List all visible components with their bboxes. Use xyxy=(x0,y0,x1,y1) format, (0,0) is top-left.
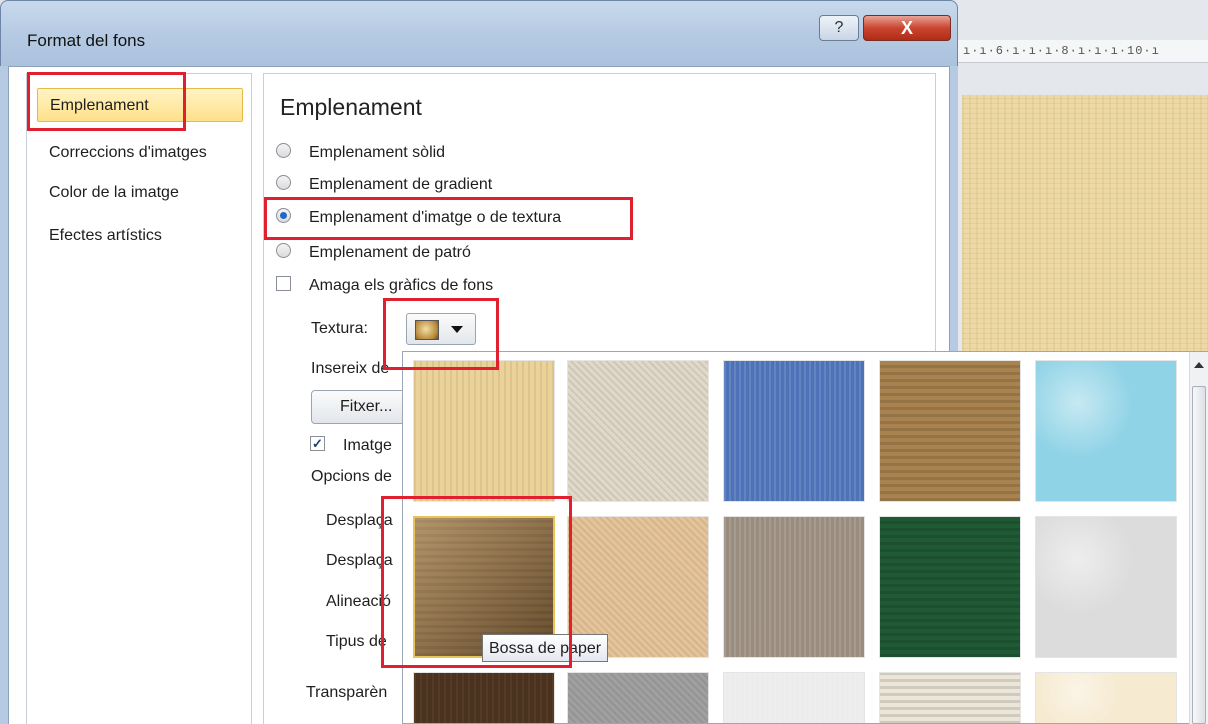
highlight-fill-tab xyxy=(27,72,186,131)
help-button[interactable]: ? xyxy=(819,15,859,41)
radio-solid-fill[interactable]: Emplenament sòlid xyxy=(276,141,445,165)
texture-swatch-canvas[interactable] xyxy=(567,360,709,502)
texture-swatch-stationery[interactable] xyxy=(723,672,865,723)
radio-label: Emplenament de gradient xyxy=(309,176,493,193)
gallery-scrollbar[interactable] xyxy=(1189,352,1208,724)
texture-swatch-parchment[interactable] xyxy=(1035,672,1177,723)
file-button[interactable]: Fitxer... xyxy=(311,390,407,424)
texture-swatch-granite[interactable] xyxy=(567,672,709,723)
scrollbar-thumb[interactable] xyxy=(1192,386,1206,724)
mirror-type-label: Tipus de xyxy=(326,633,387,650)
tile-picture-checkbox[interactable]: ✓ Imatge xyxy=(310,436,392,455)
radio-label: Emplenament de patró xyxy=(309,244,471,261)
texture-swatch-sand[interactable] xyxy=(723,516,865,658)
radio-button[interactable] xyxy=(276,175,291,191)
texture-swatch-water-droplets[interactable] xyxy=(1035,360,1177,502)
radio-pattern-fill[interactable]: Emplenament de patró xyxy=(276,241,471,265)
texture-swatch-green-marble[interactable] xyxy=(879,516,1021,658)
checkmark-icon[interactable]: ✓ xyxy=(310,436,325,452)
texture-label: Textura: xyxy=(311,320,368,337)
insert-from-label: Insereix de xyxy=(311,360,390,377)
highlight-paper-bag-texture xyxy=(381,496,572,668)
radio-button[interactable] xyxy=(276,143,291,159)
sidebar-item-artistic-effects[interactable]: Efectes artístics xyxy=(37,219,243,253)
texture-swatch-denim[interactable] xyxy=(723,360,865,502)
ruler-ticks: ı·ı·6·ı·ı·ı·8·ı·ı·ı·10·ı xyxy=(963,44,1160,58)
texture-swatch-white-marble[interactable] xyxy=(1035,516,1177,658)
sidebar-item-picture-color[interactable]: Color de la imatge xyxy=(37,176,243,210)
radio-button[interactable] xyxy=(276,243,291,259)
horizontal-ruler: ı·ı·6·ı·ı·ı·8·ı·ı·ı·10·ı xyxy=(955,40,1208,63)
scroll-up-arrow-icon[interactable] xyxy=(1194,362,1204,368)
dialog-titlebar[interactable]: Format del fons ? X xyxy=(0,0,958,72)
texture-swatch-papyrus[interactable] xyxy=(413,360,555,502)
highlight-picture-texture-option xyxy=(264,197,633,240)
checkbox-label: Imatge xyxy=(343,437,392,454)
highlight-texture-dropdown xyxy=(383,298,499,370)
section-title: Emplenament xyxy=(280,94,422,120)
dialog-frame-left xyxy=(0,66,8,724)
checkbox[interactable] xyxy=(276,276,291,292)
hide-background-graphics-checkbox[interactable]: Amaga els gràfics de fons xyxy=(276,274,493,298)
close-button[interactable]: X xyxy=(863,15,951,41)
texture-swatch-brown-marble[interactable] xyxy=(413,672,555,723)
transparency-label: Transparèn xyxy=(306,684,388,701)
sidebar-item-picture-corrections[interactable]: Correccions d'imatges xyxy=(37,136,243,170)
tiling-options-label: Opcions de xyxy=(311,468,392,485)
radio-label: Emplenament sòlid xyxy=(309,144,446,161)
checkbox-label: Amaga els gràfics de fons xyxy=(309,277,494,294)
texture-swatch-woven-mat[interactable] xyxy=(879,360,1021,502)
texture-swatch-recycled-paper[interactable] xyxy=(879,672,1021,723)
dialog-title: Format del fons xyxy=(27,31,146,50)
category-list: Emplenament Correccions d'imatges Color … xyxy=(26,73,252,724)
radio-gradient-fill[interactable]: Emplenament de gradient xyxy=(276,173,492,197)
